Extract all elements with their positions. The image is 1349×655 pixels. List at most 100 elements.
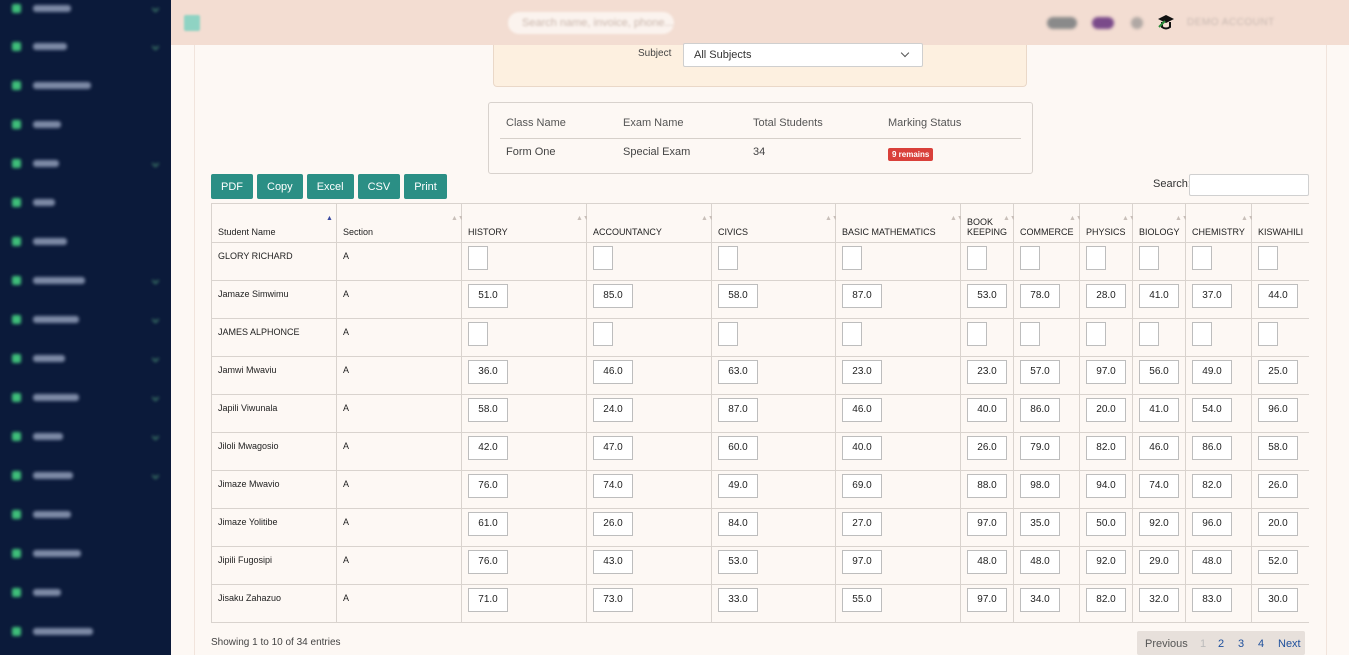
score-input[interactable]: 48.0 bbox=[1192, 550, 1232, 574]
pagination-page-4[interactable]: 4 bbox=[1258, 638, 1264, 650]
pagination-next[interactable]: Next bbox=[1278, 638, 1301, 650]
sidebar-item[interactable] bbox=[12, 116, 162, 132]
score-input[interactable]: 23.0 bbox=[842, 360, 882, 384]
score-input[interactable] bbox=[842, 322, 862, 346]
score-input[interactable]: 84.0 bbox=[718, 512, 758, 536]
score-input[interactable]: 51.0 bbox=[468, 284, 508, 308]
language-flag-icon[interactable] bbox=[1092, 17, 1114, 29]
score-input[interactable]: 36.0 bbox=[468, 360, 508, 384]
sidebar-item[interactable] bbox=[12, 389, 162, 405]
pagination-page-1[interactable]: 1 bbox=[1200, 638, 1206, 650]
column-header-civics[interactable]: CIVICS ▲▼ bbox=[711, 203, 839, 243]
score-input[interactable]: 92.0 bbox=[1139, 512, 1179, 536]
score-input[interactable]: 27.0 bbox=[842, 512, 882, 536]
score-input[interactable] bbox=[468, 322, 488, 346]
sidebar-item[interactable] bbox=[12, 623, 162, 639]
score-input[interactable] bbox=[593, 322, 613, 346]
global-search-input[interactable]: Search name, invoice, phone... bbox=[508, 12, 674, 34]
score-input[interactable]: 85.0 bbox=[593, 284, 633, 308]
score-input[interactable]: 42.0 bbox=[468, 436, 508, 460]
score-input[interactable] bbox=[1139, 246, 1159, 270]
score-input[interactable]: 63.0 bbox=[718, 360, 758, 384]
score-input[interactable] bbox=[593, 246, 613, 270]
sidebar-item[interactable] bbox=[12, 350, 162, 366]
score-input[interactable]: 48.0 bbox=[967, 550, 1007, 574]
score-input[interactable]: 37.0 bbox=[1192, 284, 1232, 308]
score-input[interactable] bbox=[1139, 322, 1159, 346]
score-input[interactable] bbox=[718, 322, 738, 346]
sidebar-item[interactable] bbox=[12, 272, 162, 288]
score-input[interactable]: 49.0 bbox=[718, 474, 758, 498]
score-input[interactable] bbox=[1258, 322, 1278, 346]
score-input[interactable]: 86.0 bbox=[1020, 398, 1060, 422]
table-search-input[interactable] bbox=[1189, 174, 1309, 196]
sidebar-item[interactable] bbox=[12, 584, 162, 600]
pagination-page-2[interactable]: 2 bbox=[1218, 638, 1224, 650]
score-input[interactable]: 79.0 bbox=[1020, 436, 1060, 460]
sidebar-item[interactable] bbox=[12, 506, 162, 522]
column-header-commerce[interactable]: COMMERCE ▲▼ bbox=[1013, 203, 1083, 243]
score-input[interactable]: 46.0 bbox=[1139, 436, 1179, 460]
score-input[interactable]: 56.0 bbox=[1139, 360, 1179, 384]
score-input[interactable] bbox=[718, 246, 738, 270]
score-input[interactable]: 24.0 bbox=[593, 398, 633, 422]
score-input[interactable]: 26.0 bbox=[1258, 474, 1298, 498]
score-input[interactable]: 82.0 bbox=[1192, 474, 1232, 498]
column-header-accountancy[interactable]: ACCOUNTANCY ▲▼ bbox=[586, 203, 715, 243]
sidebar-item[interactable] bbox=[12, 467, 162, 483]
mail-icon[interactable] bbox=[1131, 17, 1143, 29]
score-input[interactable] bbox=[1086, 246, 1106, 270]
score-input[interactable]: 44.0 bbox=[1258, 284, 1298, 308]
sidebar-item[interactable] bbox=[12, 194, 162, 210]
sidebar-item[interactable] bbox=[12, 428, 162, 444]
score-input[interactable] bbox=[842, 246, 862, 270]
sidebar-item[interactable] bbox=[12, 233, 162, 249]
score-input[interactable]: 82.0 bbox=[1086, 436, 1126, 460]
score-input[interactable]: 96.0 bbox=[1258, 398, 1298, 422]
score-input[interactable]: 76.0 bbox=[468, 550, 508, 574]
score-input[interactable]: 58.0 bbox=[1258, 436, 1298, 460]
score-input[interactable]: 61.0 bbox=[468, 512, 508, 536]
score-input[interactable]: 55.0 bbox=[842, 588, 882, 612]
pagination-page-3[interactable]: 3 bbox=[1238, 638, 1244, 650]
score-input[interactable] bbox=[1192, 322, 1212, 346]
score-input[interactable]: 96.0 bbox=[1192, 512, 1232, 536]
score-input[interactable]: 98.0 bbox=[1020, 474, 1060, 498]
score-input[interactable]: 46.0 bbox=[593, 360, 633, 384]
score-input[interactable]: 50.0 bbox=[1086, 512, 1126, 536]
menu-toggle-icon[interactable] bbox=[184, 15, 200, 31]
score-input[interactable]: 34.0 bbox=[1020, 588, 1060, 612]
score-input[interactable]: 49.0 bbox=[1192, 360, 1232, 384]
notification-icon[interactable] bbox=[1047, 17, 1077, 29]
score-input[interactable]: 53.0 bbox=[718, 550, 758, 574]
subject-select[interactable]: All Subjects bbox=[683, 43, 923, 67]
column-header-student-name[interactable]: Student Name ▲ bbox=[211, 203, 337, 243]
score-input[interactable]: 23.0 bbox=[967, 360, 1007, 384]
sidebar-item[interactable] bbox=[12, 311, 162, 327]
column-header-physics[interactable]: PHYSICS ▲▼ bbox=[1079, 203, 1136, 243]
pagination-previous[interactable]: Previous bbox=[1145, 638, 1188, 650]
score-input[interactable] bbox=[468, 246, 488, 270]
sidebar-item[interactable] bbox=[12, 0, 162, 16]
score-input[interactable]: 26.0 bbox=[593, 512, 633, 536]
score-input[interactable]: 58.0 bbox=[468, 398, 508, 422]
print-button[interactable]: Print bbox=[404, 174, 447, 199]
score-input[interactable]: 86.0 bbox=[1192, 436, 1232, 460]
score-input[interactable]: 71.0 bbox=[468, 588, 508, 612]
score-input[interactable]: 97.0 bbox=[842, 550, 882, 574]
score-input[interactable]: 97.0 bbox=[967, 512, 1007, 536]
score-input[interactable]: 29.0 bbox=[1139, 550, 1179, 574]
score-input[interactable]: 60.0 bbox=[718, 436, 758, 460]
excel-button[interactable]: Excel bbox=[306, 174, 354, 199]
sidebar-item[interactable] bbox=[12, 77, 162, 93]
column-header-chemistry[interactable]: CHEMISTRY ▲▼ bbox=[1185, 203, 1255, 243]
score-input[interactable]: 28.0 bbox=[1086, 284, 1126, 308]
score-input[interactable]: 47.0 bbox=[593, 436, 633, 460]
score-input[interactable]: 46.0 bbox=[842, 398, 882, 422]
score-input[interactable] bbox=[1192, 246, 1212, 270]
score-input[interactable] bbox=[1020, 246, 1040, 270]
score-input[interactable]: 87.0 bbox=[718, 398, 758, 422]
score-input[interactable]: 74.0 bbox=[593, 474, 633, 498]
score-input[interactable]: 83.0 bbox=[1192, 588, 1232, 612]
score-input[interactable]: 26.0 bbox=[967, 436, 1007, 460]
